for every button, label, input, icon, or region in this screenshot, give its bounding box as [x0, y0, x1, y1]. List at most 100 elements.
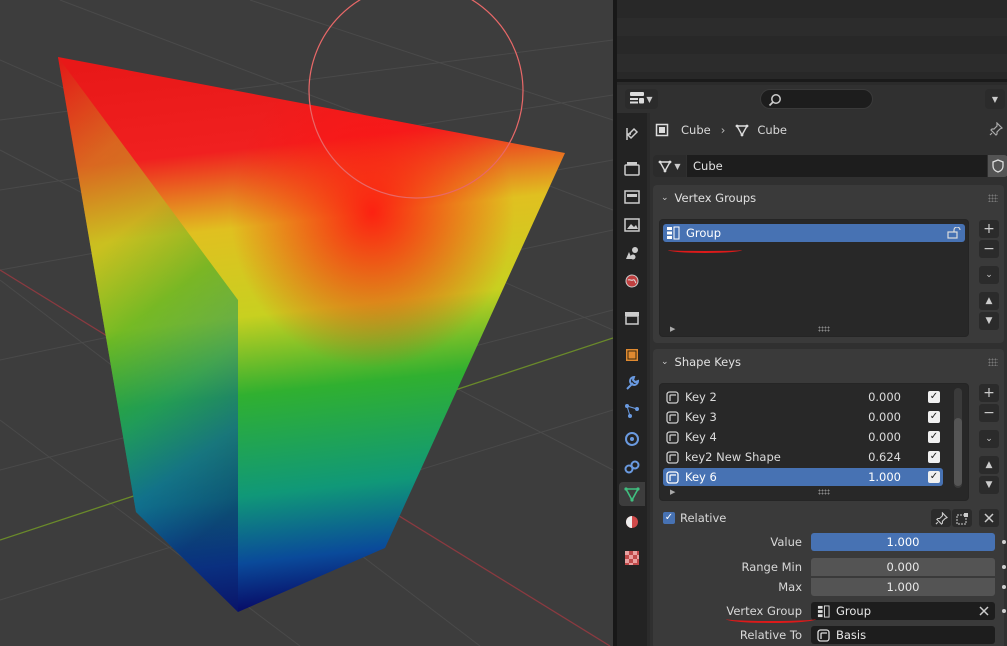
list-resize-handle[interactable]: [818, 326, 830, 332]
tab-render[interactable]: [619, 157, 645, 181]
tab-particles[interactable]: [619, 399, 645, 423]
tab-scene[interactable]: [619, 241, 645, 265]
expand-filter-icon[interactable]: ▶: [670, 488, 675, 496]
tab-constraints[interactable]: [619, 455, 645, 479]
mesh-datablock-selector: ▼ Cube: [653, 155, 1007, 177]
lock-icon[interactable]: [947, 227, 961, 239]
shape-key-icon: [666, 470, 679, 484]
tab-tool[interactable]: [619, 122, 645, 146]
chevron-down-icon: ⌄: [661, 193, 669, 203]
shape-key-specials-button[interactable]: ⌄: [979, 430, 999, 448]
pin-button[interactable]: [989, 121, 1004, 139]
shape-key-mute-checkbox[interactable]: ✓: [928, 391, 940, 403]
editor-type-button[interactable]: ▼: [625, 89, 658, 109]
vertex-group-item[interactable]: Group: [663, 224, 965, 242]
remove-vertex-group-button[interactable]: −: [979, 240, 999, 258]
tab-texture[interactable]: [619, 546, 645, 570]
drag-handle[interactable]: [988, 194, 998, 202]
add-vertex-group-button[interactable]: +: [979, 220, 999, 238]
keyframe-dot[interactable]: [1002, 540, 1006, 544]
remove-shape-key-button[interactable]: −: [979, 404, 999, 422]
shape-key-item[interactable]: key2 New Shape 0.624 ✓: [663, 448, 943, 466]
keyframe-dot[interactable]: [1002, 565, 1006, 569]
move-down-button[interactable]: ▼: [979, 312, 999, 330]
search-input[interactable]: [760, 89, 873, 109]
drag-handle[interactable]: [988, 358, 998, 366]
tab-view-layer[interactable]: [619, 213, 645, 237]
list-scrollbar[interactable]: [954, 388, 962, 488]
vertex-groups-header[interactable]: ⌄ Vertex Groups: [653, 185, 1004, 211]
shape-keys-header[interactable]: ⌄ Shape Keys: [653, 349, 1004, 375]
tab-collection[interactable]: [619, 306, 645, 330]
datablock-name-field[interactable]: Cube: [687, 155, 987, 177]
material-icon: [626, 516, 638, 528]
range-min-field[interactable]: 0.000: [811, 558, 995, 576]
tab-data[interactable]: [619, 482, 645, 506]
scrollbar-thumb[interactable]: [954, 418, 962, 486]
chevron-down-icon: ▼: [991, 94, 999, 104]
shape-key-value[interactable]: 0.000: [841, 410, 901, 424]
tab-output[interactable]: [619, 185, 645, 209]
range-min-label: Range Min: [741, 560, 802, 574]
vertex-group-list[interactable]: Group ▶: [659, 219, 969, 337]
relative-to-field[interactable]: Basis: [811, 626, 995, 644]
clear-weights-button[interactable]: [979, 509, 999, 527]
shape-key-value[interactable]: 0.624: [841, 450, 901, 464]
shape-key-value[interactable]: 0.000: [841, 390, 901, 404]
relative-checkbox[interactable]: ✓: [663, 512, 675, 524]
value-slider[interactable]: 1.000: [811, 533, 995, 551]
max-field[interactable]: 1.000: [811, 578, 995, 596]
expand-filter-icon[interactable]: ▶: [670, 325, 675, 333]
shape-key-value[interactable]: 0.000: [841, 430, 901, 444]
tab-object[interactable]: [619, 343, 645, 367]
list-resize-handle[interactable]: [818, 489, 830, 495]
shape-key-mute-checkbox[interactable]: ✓: [928, 411, 940, 423]
pin-icon: [989, 121, 1004, 136]
shape-key-edit-mode-button[interactable]: [952, 509, 972, 527]
breadcrumb: Cube › Cube: [655, 121, 787, 139]
3d-viewport[interactable]: [0, 0, 613, 646]
tab-modifiers[interactable]: [619, 371, 645, 395]
tab-physics[interactable]: [619, 427, 645, 451]
image-icon: [624, 218, 640, 232]
shape-key-list[interactable]: Key 2 0.000 ✓ Key 3 0.000 ✓ Key 4 0.000 …: [659, 383, 969, 501]
shape-key-mute-checkbox[interactable]: ✓: [928, 431, 940, 443]
tool-icon: [626, 127, 639, 140]
close-icon[interactable]: [979, 606, 989, 616]
shape-key-name: Key 4: [685, 430, 717, 444]
tab-material[interactable]: [619, 510, 645, 534]
options-dropdown[interactable]: ▼: [985, 89, 1005, 109]
datablock-browse-button[interactable]: ▼: [653, 155, 686, 177]
outliner-area[interactable]: [617, 0, 1007, 82]
fake-user-button[interactable]: [988, 155, 1007, 177]
add-shape-key-button[interactable]: +: [979, 384, 999, 402]
render-icon: [624, 162, 640, 176]
move-down-button[interactable]: ▼: [979, 476, 999, 494]
texture-icon: [625, 551, 639, 565]
vertex-groups-panel: ⌄ Vertex Groups Group ▶ + − ⌄ ▲ ▼: [653, 185, 1004, 343]
annotation-underline: [726, 615, 816, 623]
vertex-group-field[interactable]: Group: [811, 602, 995, 620]
keyframe-dot[interactable]: [1002, 585, 1006, 589]
shape-key-name: Key 2: [685, 390, 717, 404]
shape-key-mute-checkbox[interactable]: ✓: [928, 451, 940, 463]
max-label: Max: [778, 580, 802, 594]
shape-key-item[interactable]: Key 6 1.000 ✓: [663, 468, 943, 486]
move-up-button[interactable]: ▲: [979, 292, 999, 310]
vertex-group-specials-button[interactable]: ⌄: [979, 266, 999, 284]
relative-label: Relative: [680, 511, 727, 525]
shape-key-mute-checkbox[interactable]: ✓: [928, 471, 940, 483]
chevron-down-icon: ▼: [674, 161, 681, 171]
value-label: Value: [770, 535, 802, 549]
shape-key-value[interactable]: 1.000: [841, 470, 901, 484]
constraint-icon: [624, 460, 640, 474]
move-up-button[interactable]: ▲: [979, 456, 999, 474]
tab-world[interactable]: [619, 269, 645, 293]
keyframe-dot[interactable]: [1002, 609, 1006, 613]
mesh-icon: [659, 160, 672, 173]
shape-key-item[interactable]: Key 4 0.000 ✓: [663, 428, 943, 446]
shape-key-item[interactable]: Key 2 0.000 ✓: [663, 388, 943, 406]
properties-tabs: [617, 113, 647, 646]
shape-key-lock-button[interactable]: [931, 509, 951, 527]
shape-key-item[interactable]: Key 3 0.000 ✓: [663, 408, 943, 426]
